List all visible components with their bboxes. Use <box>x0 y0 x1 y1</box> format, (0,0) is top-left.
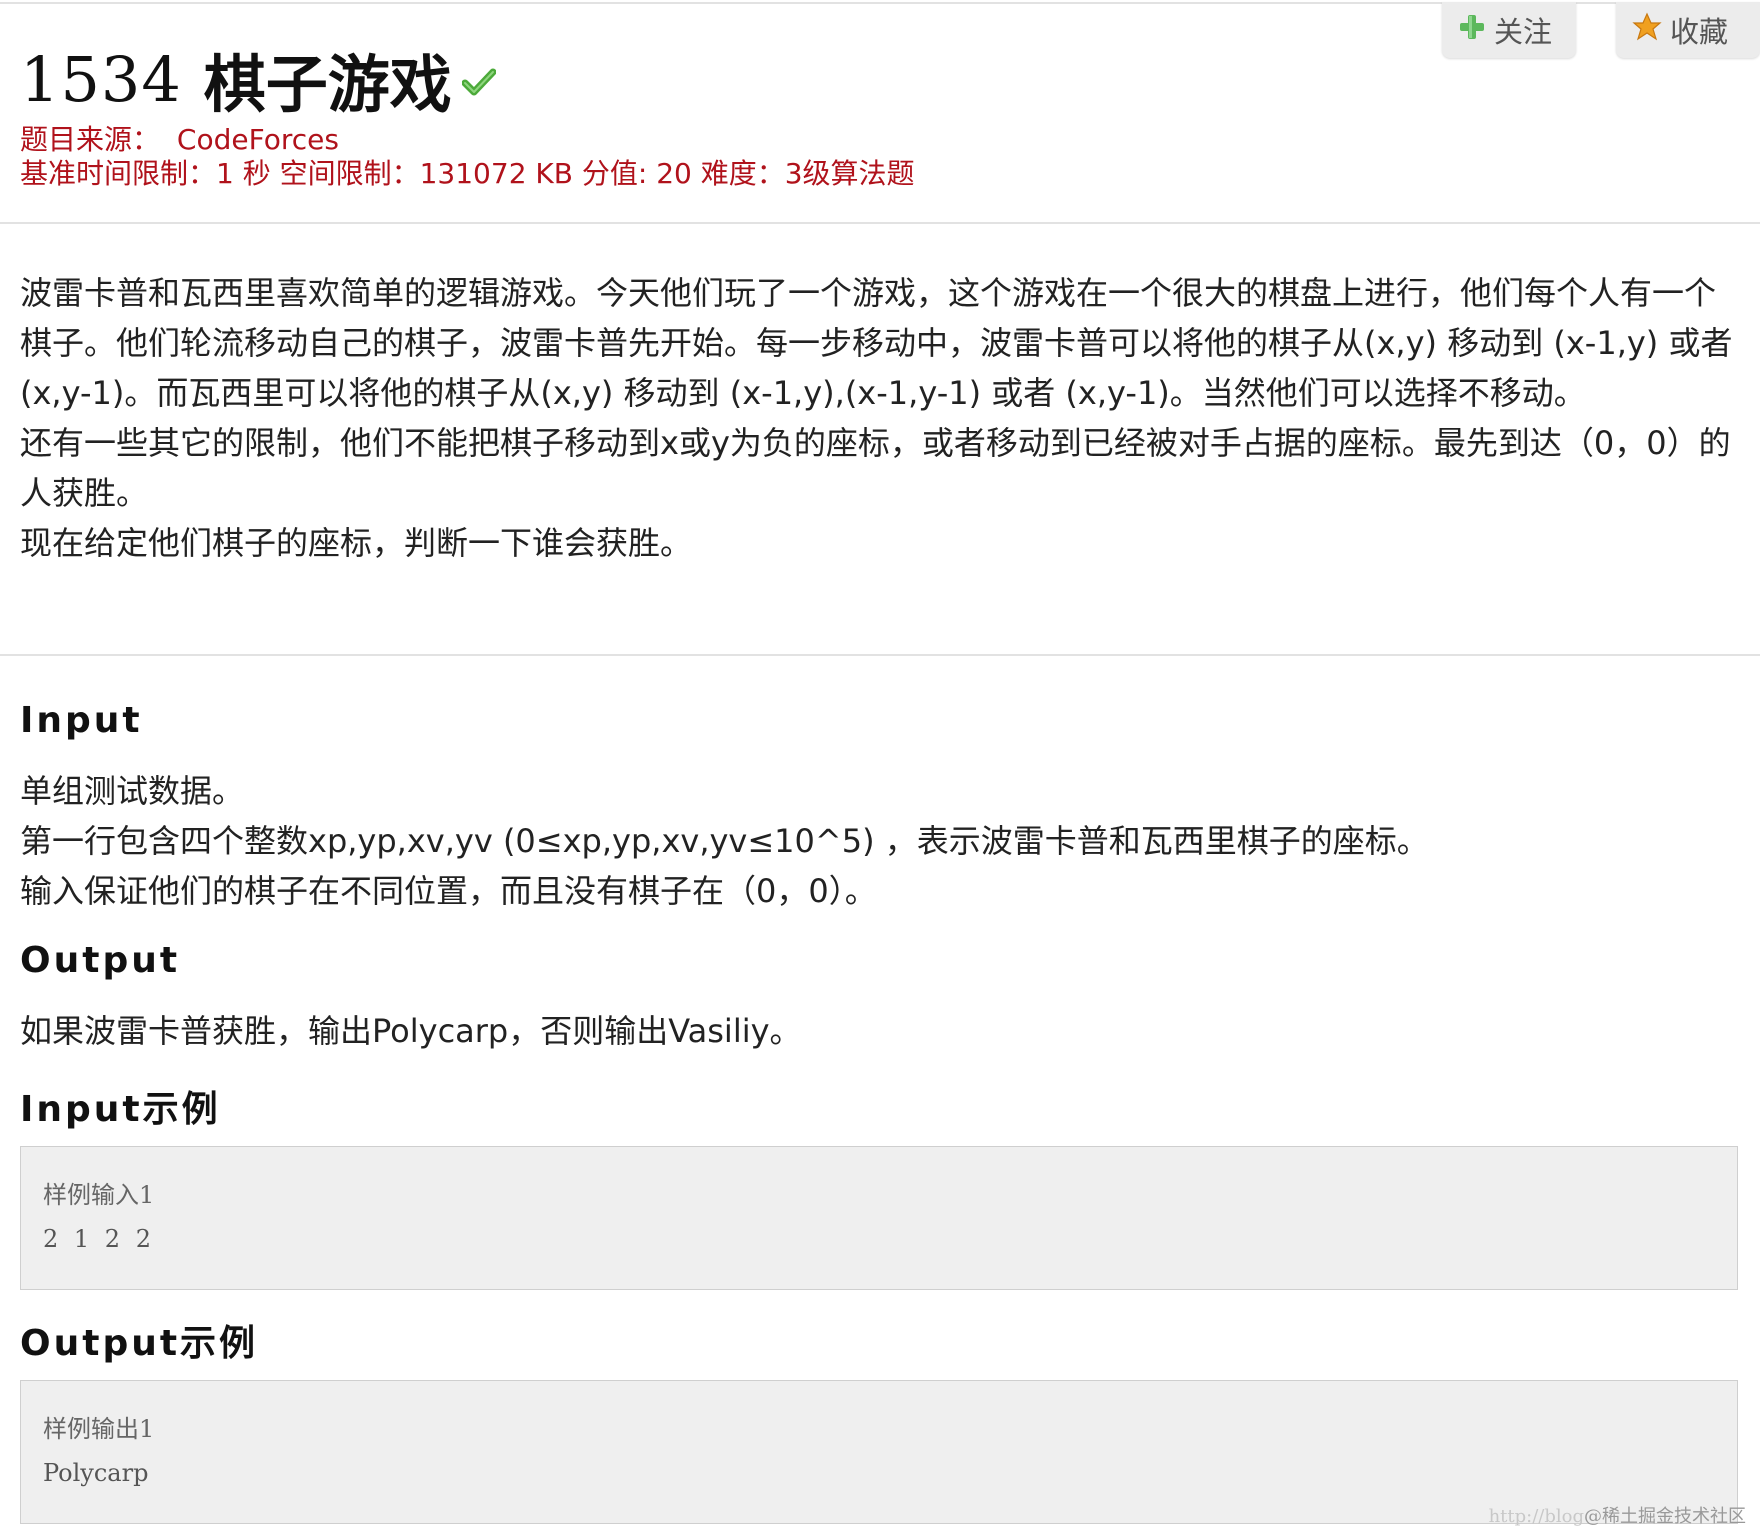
favorite-label: 收藏 <box>1670 15 1729 49</box>
description-paragraph: 现在给定他们棋子的座标，判断一下谁会获胜。 <box>20 524 693 562</box>
input-line: 第一行包含四个整数xp,yp,xv,yv (0≤xp,yp,xv,yv≤10^5… <box>20 822 1429 860</box>
input-line: 单组测试数据。 <box>20 772 245 810</box>
input-sample-label: 样例输入1 <box>43 1181 155 1209</box>
watermark-text: @稀土掘金技术社区 <box>1584 1506 1746 1527</box>
watermark-url: http://blog <box>1488 1506 1584 1527</box>
page-title: 1534 棋子游戏 <box>20 34 497 124</box>
plus-icon <box>1458 13 1494 48</box>
output-sample-value: Polycarp <box>43 1459 149 1487</box>
favorite-button[interactable]: 收藏 <box>1616 2 1760 58</box>
output-line: 如果波雷卡普获胜，输出Polycarp，否则输出Vasiliy。 <box>20 1012 802 1050</box>
check-icon <box>461 67 497 101</box>
description-paragraph: 波雷卡普和瓦西里喜欢简单的逻辑游戏。今天他们玩了一个游戏，这个游戏在一个很大的棋… <box>20 274 1733 412</box>
follow-button[interactable]: 关注 <box>1442 2 1576 58</box>
input-description: 单组测试数据。 第一行包含四个整数xp,yp,xv,yv (0≤xp,yp,xv… <box>20 766 1429 916</box>
input-sample-heading: Input示例 <box>20 1089 221 1130</box>
output-sample-box: 样例输出1 Polycarp <box>20 1380 1738 1524</box>
follow-label: 关注 <box>1494 15 1553 49</box>
section-divider <box>0 654 1760 656</box>
problem-limits: 基准时间限制：1 秒 空间限制：131072 KB 分值: 20 难度：3级算法… <box>20 157 915 190</box>
input-sample-box: 样例输入1 2 1 2 2 <box>20 1146 1738 1290</box>
input-line: 输入保证他们的棋子在不同位置，而且没有棋子在（0，0）。 <box>20 872 877 910</box>
output-sample-heading: Output示例 <box>20 1323 259 1364</box>
output-sample-label: 样例输出1 <box>43 1415 155 1443</box>
problem-id: 1534 <box>20 42 182 116</box>
watermark: http://blog@稀土掘金技术社区 <box>1489 1502 1746 1528</box>
star-icon <box>1632 12 1670 49</box>
description-paragraph: 还有一些其它的限制，他们不能把棋子移动到x或y为负的座标，或者移动到已经被对手占… <box>20 424 1731 512</box>
problem-name: 棋子游戏 <box>203 48 452 121</box>
input-heading: Input <box>20 700 143 741</box>
input-sample-value: 2 1 2 2 <box>43 1225 155 1253</box>
output-description: 如果波雷卡普获胜，输出Polycarp，否则输出Vasiliy。 <box>20 1006 802 1056</box>
problem-description: 波雷卡普和瓦西里喜欢简单的逻辑游戏。今天他们玩了一个游戏，这个游戏在一个很大的棋… <box>20 268 1740 568</box>
output-heading: Output <box>20 940 181 981</box>
